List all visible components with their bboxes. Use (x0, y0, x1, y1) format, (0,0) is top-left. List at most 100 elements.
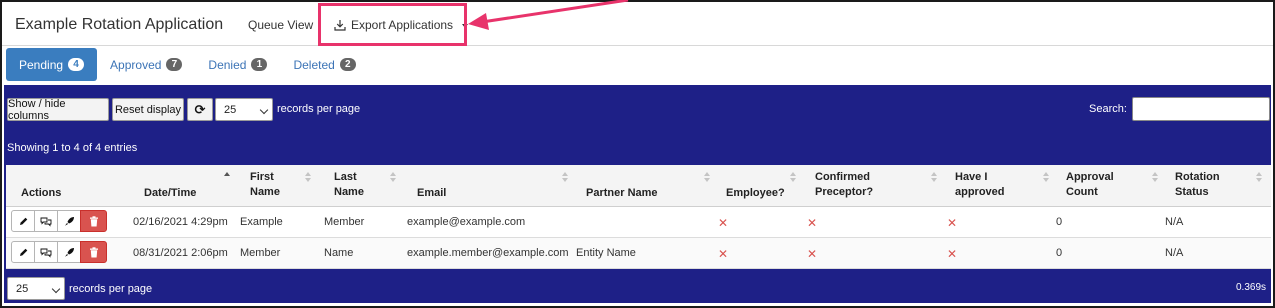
col-confirmed-line2: Preceptor? (815, 186, 874, 198)
trash-icon (89, 215, 98, 226)
cell-datetime: 08/31/2021 2:06pm (133, 247, 228, 259)
tab-deleted[interactable]: Deleted 2 (280, 48, 368, 81)
col-email[interactable]: Email (417, 186, 446, 201)
col-last-name-line2: Name (334, 186, 364, 198)
cell-partner-name: Entity Name (576, 247, 636, 259)
refresh-icon: ⟳ (194, 101, 206, 117)
search-input[interactable] (1132, 97, 1270, 121)
entries-info: Showing 1 to 4 of 4 entries (7, 142, 138, 154)
tab-denied[interactable]: Denied 1 (195, 48, 280, 81)
timing-label: 0.369s (1236, 282, 1267, 293)
col-first-name-line2: Name (250, 186, 280, 198)
show-hide-columns-button[interactable]: Show / hide columns (7, 98, 109, 122)
row-actions (11, 241, 107, 263)
sort-icon[interactable] (305, 172, 312, 184)
records-per-page-label: records per page (277, 103, 361, 115)
tab-denied-label: Denied (208, 57, 247, 72)
trash-icon (89, 246, 98, 257)
cell-employee: ✕ (718, 216, 729, 230)
tab-pending-count: 4 (68, 58, 85, 71)
sort-icon[interactable] (790, 172, 797, 184)
delete-button[interactable] (80, 210, 107, 232)
tab-approved[interactable]: Approved 7 (97, 48, 195, 81)
footer-page-size-select[interactable]: 25 (7, 277, 65, 300)
col-rotation-status[interactable]: Rotation Status (1175, 170, 1220, 200)
refresh-button[interactable]: ⟳ (187, 98, 213, 121)
cell-last-name: Member (324, 216, 365, 228)
page-size-select[interactable]: 25 (215, 98, 273, 121)
rocket-button[interactable] (57, 210, 81, 232)
sort-icon[interactable] (562, 172, 569, 184)
page-size-value: 25 (224, 103, 237, 116)
col-first-name[interactable]: First Name (250, 170, 280, 200)
app-title: Example Rotation Application (15, 16, 224, 33)
col-approval-line2: Count (1066, 186, 1098, 198)
sort-icon[interactable] (1043, 172, 1050, 184)
tab-approved-count: 7 (166, 58, 183, 71)
cell-last-name: Name (324, 247, 354, 259)
cell-have-i-approved: ✕ (947, 247, 958, 261)
edit-button[interactable] (11, 210, 35, 232)
sort-icon[interactable] (390, 172, 397, 184)
cell-first-name: Example (240, 216, 283, 228)
annotation-arrow (468, 0, 629, 30)
queue-view-link[interactable]: Queue View (248, 18, 313, 32)
table-row: 02/16/2021 4:29pm Example Member example… (6, 207, 1271, 238)
tab-pending[interactable]: Pending 4 (6, 48, 98, 81)
comments-button[interactable] (34, 241, 58, 263)
rocket-icon (64, 216, 74, 226)
sort-icon[interactable] (704, 172, 711, 184)
cell-confirmed-preceptor: ✕ (807, 216, 818, 230)
tab-deleted-count: 2 (339, 58, 356, 71)
comments-icon (40, 248, 52, 258)
cell-rotation-status: N/A (1165, 216, 1184, 228)
footer-records-per-page-label: records per page (69, 283, 153, 295)
status-tabs: Pending 4 Approved 7 Denied 1 Deleted 2 (6, 48, 369, 81)
col-actions: Actions (21, 187, 62, 199)
rocket-icon (64, 247, 74, 257)
edit-button[interactable] (11, 241, 35, 263)
pencil-icon (19, 217, 27, 225)
table-row: 08/31/2021 2:06pm Member Name example.me… (6, 238, 1271, 269)
col-datetime[interactable]: Date/Time (144, 186, 196, 201)
export-highlight-box (318, 3, 467, 46)
sort-icon[interactable] (931, 172, 938, 184)
applications-table: Actions Date/Time First Name Last Name E… (6, 165, 1271, 269)
cell-confirmed-preceptor: ✕ (807, 247, 818, 261)
col-approval-line1: Approval (1066, 171, 1114, 183)
col-have-i-line1: Have I (955, 171, 988, 183)
reset-display-button[interactable]: Reset display (112, 98, 184, 121)
cell-approval-count: 0 (1056, 216, 1063, 228)
col-confirmed-line1: Confirmed (815, 171, 870, 183)
cell-datetime: 02/16/2021 4:29pm (133, 216, 228, 228)
col-have-i-approved[interactable]: Have I approved (955, 170, 1005, 200)
cell-first-name: Member (240, 247, 281, 259)
comments-icon (40, 217, 52, 227)
col-first-name-line1: First (250, 171, 274, 183)
col-employee[interactable]: Employee? (726, 186, 785, 201)
col-rotation-line2: Status (1175, 186, 1209, 198)
search-label: Search: (1089, 103, 1127, 115)
delete-button[interactable] (80, 241, 107, 263)
cell-rotation-status: N/A (1165, 247, 1184, 259)
cell-email: example.member@example.com (407, 247, 569, 259)
applications-panel: Show / hide columns Reset display ⟳ 25 r… (4, 85, 1271, 303)
chevron-down-icon (51, 284, 61, 294)
cell-email: example@example.com (407, 216, 526, 228)
col-approval-count[interactable]: Approval Count (1066, 170, 1114, 200)
col-partner-name[interactable]: Partner Name (586, 186, 658, 201)
sort-icon[interactable] (1256, 172, 1263, 184)
col-rotation-line1: Rotation (1175, 171, 1220, 183)
tab-deleted-label: Deleted (293, 57, 335, 72)
col-last-name[interactable]: Last Name (334, 170, 364, 200)
row-actions (11, 210, 107, 232)
rocket-button[interactable] (57, 241, 81, 263)
cell-employee: ✕ (718, 247, 729, 261)
sort-icon[interactable] (1152, 172, 1159, 184)
footer-page-size-value: 25 (16, 282, 29, 295)
sort-icon[interactable] (224, 172, 231, 184)
table-header: Actions Date/Time First Name Last Name E… (6, 165, 1271, 207)
comments-button[interactable] (34, 210, 58, 232)
chevron-down-icon (259, 105, 269, 115)
col-confirmed-preceptor[interactable]: Confirmed Preceptor? (815, 170, 873, 200)
